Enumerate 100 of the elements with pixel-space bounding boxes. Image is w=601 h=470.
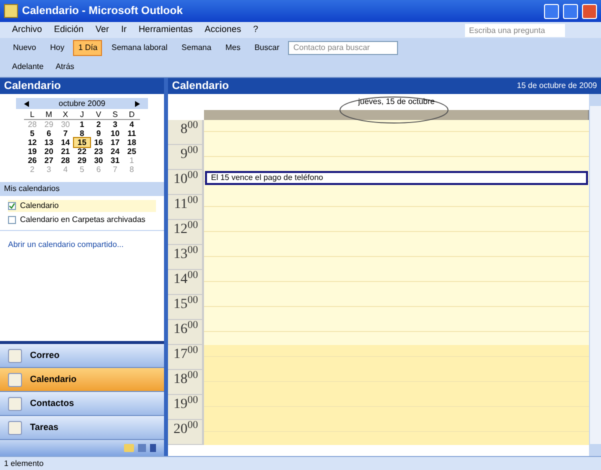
toolbar-button[interactable]: Hoy (45, 40, 70, 56)
app-icon (4, 4, 18, 18)
time-slot[interactable] (204, 320, 589, 345)
previous-month-arrow[interactable] (24, 100, 29, 106)
contact-search-field[interactable]: Contacto para buscar (288, 40, 398, 54)
shared-calendar-link[interactable]: Abrir un calendario compartido... (0, 231, 164, 259)
maximize-button[interactable] (563, 4, 578, 18)
hour-label: 10$^{00}$ (174, 170, 198, 189)
calendar-day[interactable]: 19 (24, 147, 41, 156)
view-title: Calendario (172, 78, 229, 94)
weekday-label: L (24, 110, 41, 120)
calendar-day[interactable]: 28 (57, 156, 74, 165)
menu-item[interactable]: ? (253, 23, 258, 37)
calendar-day[interactable]: 25 (123, 147, 140, 156)
weekday-label: D (123, 110, 140, 120)
navigation-button[interactable]: Calendario (0, 368, 164, 392)
checkbox[interactable] (8, 216, 16, 224)
hour-label: 17$^{00}$ (174, 345, 198, 364)
hour-label: 14$^{00}$ (174, 270, 198, 289)
calendar-day[interactable]: 24 (106, 147, 124, 156)
help-field[interactable]: Escriba una pregunta (465, 24, 565, 36)
calendar-day[interactable]: 8 (74, 129, 90, 138)
time-slot[interactable] (204, 120, 589, 145)
toolbar-button[interactable]: Nuevo (8, 40, 42, 56)
menu-item[interactable]: Ir (121, 23, 127, 37)
weekday-label: J (74, 110, 90, 120)
calendar-day[interactable]: 3 (106, 120, 124, 129)
calendar-day[interactable]: 22 (74, 147, 90, 156)
calendar-day[interactable]: 12 (24, 138, 41, 147)
navigation-button[interactable]: Tareas (0, 416, 164, 440)
window-title: Calendario - Microsoft Outlook (22, 4, 183, 19)
hour-label: 16$^{00}$ (174, 320, 198, 339)
toolbar-button[interactable]: Adelante (8, 59, 48, 75)
calendar-day[interactable]: 13 (40, 138, 58, 147)
toolbar-button[interactable]: Semana laboral (106, 40, 173, 56)
hour-label: 9$^{00}$ (180, 145, 198, 164)
weekday-label: X (57, 110, 74, 120)
calendar-day[interactable]: 5 (24, 129, 41, 138)
calendar-day[interactable]: 15 (74, 138, 90, 147)
menu-item[interactable]: Acciones (204, 23, 242, 37)
status-bar: 1 elemento (0, 456, 601, 470)
hour-label: 11$^{00}$ (174, 195, 198, 214)
weekday-label: S (106, 110, 124, 120)
calendar-day[interactable]: 27 (40, 156, 58, 165)
calendar-day[interactable]: 17 (106, 138, 124, 147)
calendar-day[interactable]: 29 (74, 156, 90, 165)
navigation-button[interactable]: Contactos (0, 392, 164, 416)
navigation-button[interactable]: Correo (0, 344, 164, 368)
calendar-day[interactable]: 30 (90, 156, 107, 165)
hour-label: 15$^{00}$ (174, 295, 198, 314)
pane-title: Calendario (0, 78, 164, 94)
time-slot[interactable] (204, 345, 589, 370)
hour-label: 8$^{00}$ (180, 120, 198, 139)
day-header: jueves, 15 de octubre (358, 96, 435, 108)
time-slot[interactable]: El 15 vence el pago de teléfono (204, 170, 589, 195)
calendar-day[interactable]: 18 (123, 138, 140, 147)
calendar-day[interactable]: 9 (90, 129, 107, 138)
hour-label: 13$^{00}$ (174, 245, 198, 264)
calendar-day[interactable]: 20 (40, 147, 58, 156)
calendar-event[interactable]: El 15 vence el pago de teléfono (205, 171, 588, 185)
calendar-day[interactable]: 1 (74, 120, 90, 129)
calendar-day[interactable]: 16 (90, 138, 107, 147)
close-button[interactable] (582, 4, 597, 18)
toolbar-button[interactable]: 1 Día (73, 40, 102, 56)
toolbar-button[interactable]: Semana (176, 40, 216, 56)
scrollbar[interactable] (589, 94, 601, 456)
hour-label: 12$^{00}$ (174, 220, 198, 239)
month-label: octubre 2009 (58, 98, 106, 110)
time-slot[interactable] (204, 145, 589, 170)
calendar-label: Calendario en Carpetas archivadas (20, 214, 146, 226)
menu-item[interactable]: Archivo (12, 23, 42, 37)
calendar-day[interactable]: 7 (57, 129, 74, 138)
section-header: Mis calendarios (0, 182, 164, 196)
toolbar-button[interactable]: Atrás (52, 59, 78, 75)
calendar-label: Calendario (20, 200, 59, 212)
time-slot[interactable] (204, 420, 589, 445)
hour-label: 19$^{00}$ (174, 395, 198, 414)
calendar-day[interactable]: 23 (90, 147, 107, 156)
toolbar-button[interactable]: Mes (220, 40, 246, 56)
calendar-day[interactable]: 10 (106, 129, 124, 138)
next-month-arrow[interactable] (134, 100, 140, 106)
toolbar-button[interactable]: Buscar (249, 40, 284, 56)
hour-label: 18$^{00}$ (174, 370, 198, 389)
calendar-day[interactable]: 6 (40, 129, 58, 138)
checkbox[interactable] (8, 202, 16, 210)
calendar-day[interactable]: 2 (90, 120, 107, 129)
weekday-label: M (40, 110, 58, 120)
calendar-day[interactable]: 14 (57, 138, 74, 147)
menu-item[interactable]: Ver (96, 23, 110, 37)
menu-item[interactable]: Edición (54, 23, 84, 37)
minimize-button[interactable] (544, 4, 559, 18)
calendar-day[interactable]: 4 (123, 120, 140, 129)
weekday-label: V (90, 110, 107, 120)
menu-item[interactable]: Herramientas (138, 23, 193, 37)
calendar-day[interactable]: 31 (106, 156, 124, 165)
calendar-day[interactable]: 26 (24, 156, 41, 165)
calendar-day[interactable]: 11 (123, 129, 140, 138)
date-label: 15 de octubre de 2009 (516, 80, 597, 92)
hour-label: 20$^{00}$ (174, 420, 198, 439)
calendar-day[interactable]: 21 (57, 147, 74, 156)
